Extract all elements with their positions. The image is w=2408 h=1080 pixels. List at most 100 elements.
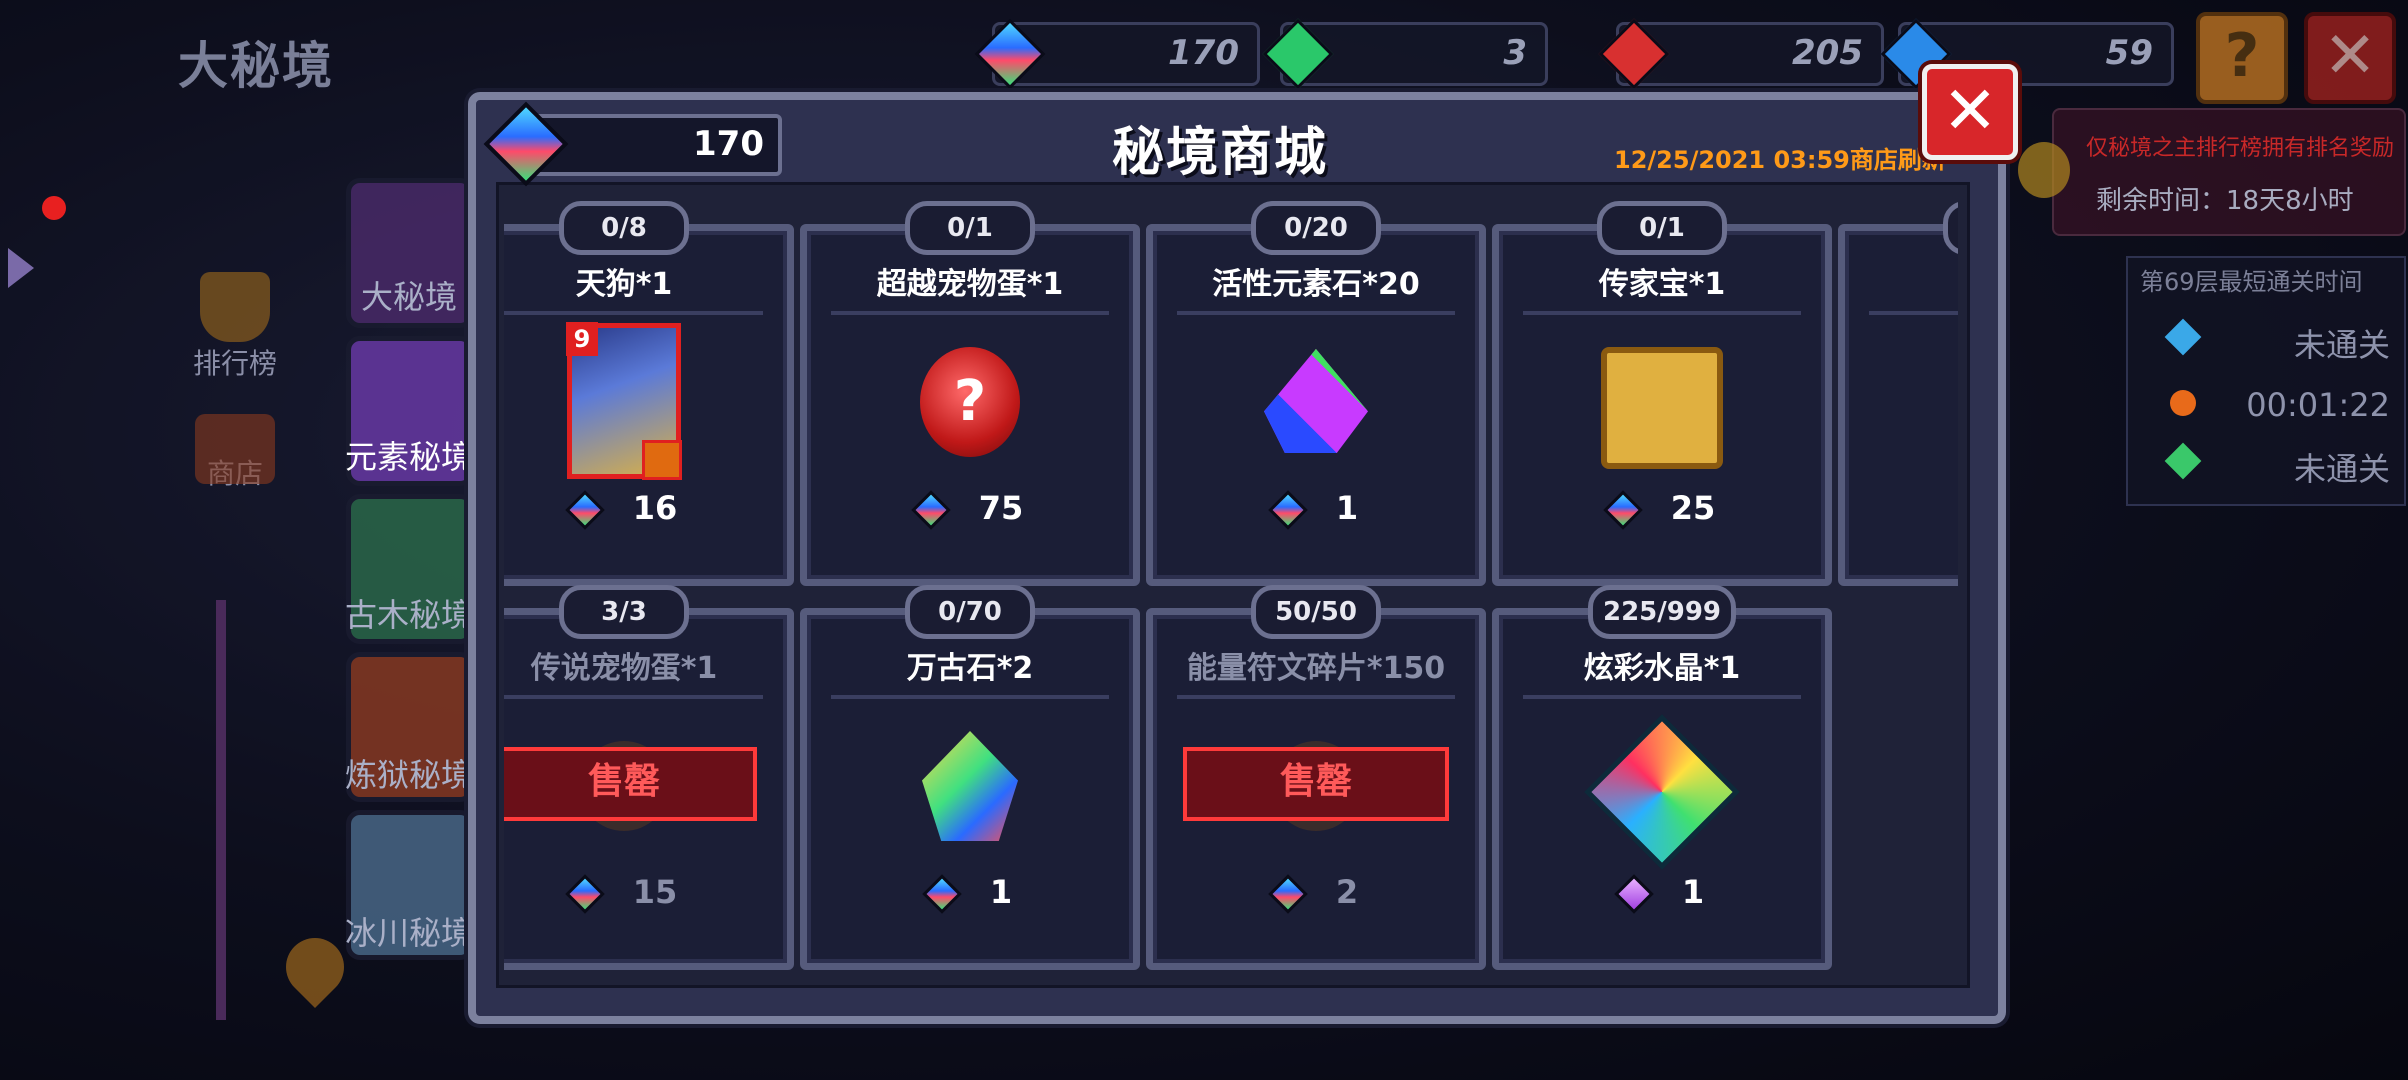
rank-row: 未通关 — [2140, 440, 2390, 490]
shop-refresh-time: 12/25/2021 03:59商店刷新 — [1614, 146, 1946, 174]
purchase-count: 0/70 — [905, 585, 1035, 639]
item-price: 16 — [504, 489, 787, 530]
rank-title: 第69层最短通关时间 — [2140, 268, 2363, 296]
rank-row: 00:01:22 — [2140, 382, 2390, 432]
purple-gem-icon — [1614, 874, 1654, 914]
shop-card[interactable]: 0/ 金币 — [1838, 201, 1958, 586]
stopwatch-icon — [2018, 142, 2070, 198]
item-image — [1251, 337, 1381, 467]
item-name: 能量符文碎片*150 — [1186, 651, 1446, 686]
item-price: 1 — [1153, 489, 1479, 530]
resource-value: 205 — [1792, 33, 1863, 73]
page-title: 大秘境 — [178, 37, 334, 95]
element-stones-icon — [1264, 349, 1368, 453]
rank-value: 00:01:22 — [2246, 386, 2390, 424]
item-price: 15 — [504, 873, 787, 914]
item-image — [1597, 337, 1727, 469]
diamond-gem-icon — [564, 490, 605, 530]
currency-value: 170 — [693, 124, 764, 164]
divider — [831, 695, 1109, 699]
rank-row: 未通关 — [2140, 316, 2390, 366]
shop-card[interactable]: 50/50 能量符文碎片*150 售罄 2 — [1146, 585, 1486, 970]
item-image — [1584, 714, 1740, 870]
resource-value: 59 — [2105, 33, 2153, 73]
divider — [1523, 695, 1801, 699]
resource-red: 205 — [1598, 18, 1884, 90]
purchase-count: 0/ — [1943, 201, 1958, 255]
trophy-icon — [200, 272, 270, 342]
purchase-count: 0/1 — [1597, 201, 1727, 255]
shop-icon — [195, 414, 275, 484]
item-name: 天狗*1 — [575, 267, 673, 302]
rainbow-crystal-icon — [1584, 714, 1740, 870]
diamond-gem-icon — [564, 874, 605, 914]
item-name: 传说宠物蛋*1 — [530, 651, 718, 686]
modal-title: 秘境商城 — [1112, 123, 1329, 183]
rank-value: 未通关 — [2293, 450, 2390, 488]
item-name: 传家宝*1 — [1598, 267, 1726, 302]
shop-card[interactable]: 0/1 超越宠物蛋*1 ? 75 — [800, 201, 1140, 586]
fire-stone-icon — [2170, 390, 2196, 416]
shop-currency: 170 — [483, 101, 782, 187]
purchase-count: 225/999 — [1587, 585, 1737, 639]
shop-card[interactable]: 0/70 万古石*2 1 — [800, 585, 1140, 970]
diamond-gem-icon — [1268, 490, 1308, 530]
purchase-count: 3/3 — [559, 585, 689, 639]
divider — [504, 695, 763, 699]
item-name: 金币 — [1845, 259, 1958, 303]
item-price: 1 — [1499, 873, 1825, 914]
help-button[interactable]: ? — [2196, 12, 2288, 104]
realm-label: 冰川秘境 — [344, 914, 473, 952]
reward-warning: 仅秘境之主排行榜拥有排名奖励 — [2086, 136, 2395, 161]
divider — [831, 311, 1109, 315]
item-image — [905, 721, 1035, 851]
map-path — [216, 600, 226, 1020]
item-image: ? — [905, 337, 1035, 467]
realm-label: 炼狱秘境 — [344, 756, 473, 794]
heirloom-icon — [1601, 347, 1723, 469]
realm-label: 大秘境 — [360, 278, 457, 316]
close-shop-button[interactable]: ✕ — [1922, 64, 2018, 160]
resource-green: 3 — [1262, 18, 1548, 90]
sold-out-badge: 售罄 — [1183, 747, 1449, 821]
diamond-gem-icon — [922, 874, 962, 914]
pet-tag-icon — [642, 440, 682, 480]
nav-leaderboard[interactable]: 排行榜 — [180, 272, 290, 382]
shop-card[interactable]: 0/1 传家宝*1 25 — [1492, 201, 1832, 586]
shop-card[interactable]: 225/999 炫彩水晶*1 1 — [1492, 585, 1832, 970]
resource-diamond: 170 — [974, 18, 1260, 90]
resource-value: 170 — [1168, 33, 1239, 73]
shop-scroll-view[interactable]: 0/8 天狗*1 9 16 0/1 超越宠物蛋*1 ? 75 0/20 活性元素… — [504, 192, 1958, 972]
notification-dot — [42, 196, 66, 220]
item-image: 9 — [559, 322, 689, 480]
item-name: 活性元素石*20 — [1212, 267, 1420, 302]
item-name: 炫彩水晶*1 — [1583, 651, 1741, 686]
green-stone-icon — [2164, 442, 2202, 480]
realm-label: 元素秘境 — [344, 438, 473, 476]
shop-card[interactable]: 3/3 传说宠物蛋*1 售罄 15 — [504, 585, 794, 970]
divider — [504, 311, 763, 315]
close-realm-button[interactable]: ✕ — [2304, 12, 2396, 104]
expand-arrow-icon[interactable] — [8, 248, 34, 288]
divider — [1177, 695, 1455, 699]
sold-out-badge: 售罄 — [504, 747, 757, 821]
nav-shop[interactable]: 商店 — [180, 414, 290, 492]
resource-value: 3 — [1503, 33, 1527, 73]
time-remaining: 剩余时间：18天8小时 — [2096, 186, 2354, 216]
shop-card[interactable]: 0/20 活性元素石*20 1 — [1146, 201, 1486, 586]
mystery-egg-icon: ? — [920, 347, 1020, 457]
diamond-gem-icon — [1268, 874, 1308, 914]
divider — [1869, 311, 1958, 315]
realm-label: 古木秘境 — [344, 596, 473, 634]
shop-card[interactable]: 0/8 天狗*1 9 16 — [504, 201, 794, 586]
nav-label: 排行榜 — [192, 347, 277, 380]
purchase-count: 0/8 — [559, 201, 689, 255]
purchase-count: 0/1 — [905, 201, 1035, 255]
eternal-stone-icon — [922, 731, 1018, 841]
item-price — [1845, 489, 1958, 527]
rank-value: 未通关 — [2293, 326, 2390, 364]
tiangou-card-icon: 9 — [566, 322, 682, 480]
divider — [1177, 311, 1455, 315]
diamond-gem-icon — [910, 490, 951, 530]
item-name: 超越宠物蛋*1 — [876, 267, 1064, 302]
